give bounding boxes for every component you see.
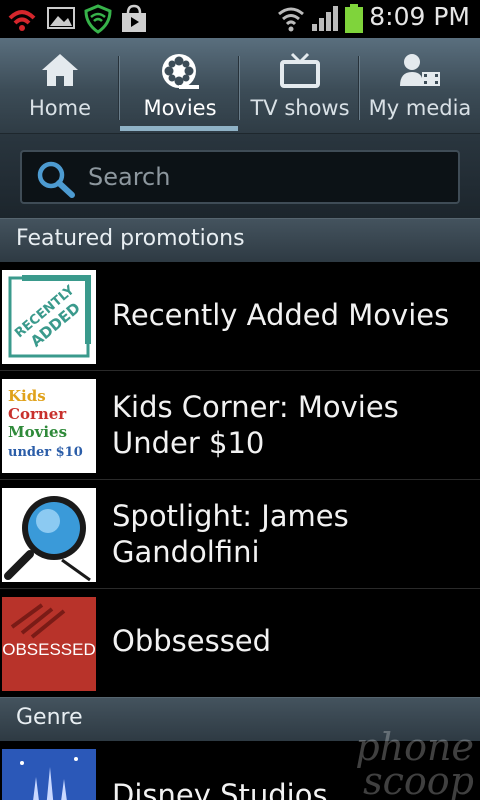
thumb-text-obsessed: OBSESSED [2, 640, 96, 659]
list-item-kids-corner[interactable]: Kids Corner Movies under $10 Kids Corner… [0, 371, 480, 480]
thumb-text-line: Kids [8, 387, 46, 405]
battery-icon [345, 4, 363, 33]
status-bar: 8:09 PM [0, 0, 480, 38]
shop-bag-icon [122, 4, 146, 32]
thumb-text-line: under $10 [8, 445, 83, 460]
magnifier-icon [2, 488, 96, 582]
thumbnail-spotlight [2, 488, 96, 582]
wifi-icon [278, 7, 304, 32]
tab-movies[interactable]: Movies [120, 38, 240, 134]
active-tab-indicator [120, 126, 238, 131]
tab-divider [238, 56, 239, 120]
search-input[interactable] [88, 160, 438, 194]
search-area [0, 134, 480, 218]
list-item-spotlight[interactable]: Spotlight: James Gandolfini [0, 480, 480, 589]
tab-bar: Home Movies TV shows My media [0, 38, 480, 134]
tab-label: TV shows [250, 96, 350, 120]
tab-label: Home [28, 96, 91, 120]
tab-label: Movies [143, 96, 217, 120]
tab-home[interactable]: Home [0, 38, 120, 134]
item-title: Spotlight: James Gandolfini [112, 499, 349, 569]
section-title: Genre [16, 705, 83, 730]
list-item-recently-added[interactable]: RECENTLY ADDED Recently Added Movies [0, 262, 480, 371]
tab-divider [358, 56, 359, 120]
item-title: Kids Corner: Movies Under $10 [112, 390, 399, 460]
section-header-featured: Featured promotions [0, 218, 480, 262]
search-icon [37, 161, 75, 198]
item-title: Recently Added Movies [112, 298, 450, 332]
thumb-text-line: Movies [8, 423, 67, 441]
tab-tv-shows[interactable]: TV shows [240, 38, 360, 134]
signal-icon [312, 6, 338, 31]
thumbnail-kids-corner: Kids Corner Movies under $10 [2, 379, 96, 473]
watermark: phone scoop [355, 728, 474, 800]
status-time: 8:09 PM [369, 2, 470, 31]
watermark-line: scoop [363, 759, 474, 800]
list-item-obsessed[interactable]: OBSESSED Obbsessed [0, 589, 480, 698]
thumbnail-disney [2, 749, 96, 800]
thumbnail-obsessed: OBSESSED [2, 597, 96, 691]
tab-my-media[interactable]: My media [360, 38, 480, 134]
my-media-icon [400, 54, 440, 86]
tab-label: My media [368, 96, 472, 120]
shield-icon [84, 4, 112, 34]
search-box[interactable] [20, 150, 460, 204]
tab-divider [118, 56, 119, 120]
wifi-calling-icon [8, 10, 36, 31]
section-title: Featured promotions [16, 226, 245, 251]
thumb-text-line: Corner [8, 405, 67, 423]
tv-icon [280, 52, 320, 88]
thumbnail-recently-added: RECENTLY ADDED [2, 270, 96, 364]
film-reel-icon [162, 54, 199, 89]
item-title: Obbsessed [112, 624, 272, 658]
image-notification-icon [47, 7, 75, 29]
home-icon [42, 54, 78, 86]
